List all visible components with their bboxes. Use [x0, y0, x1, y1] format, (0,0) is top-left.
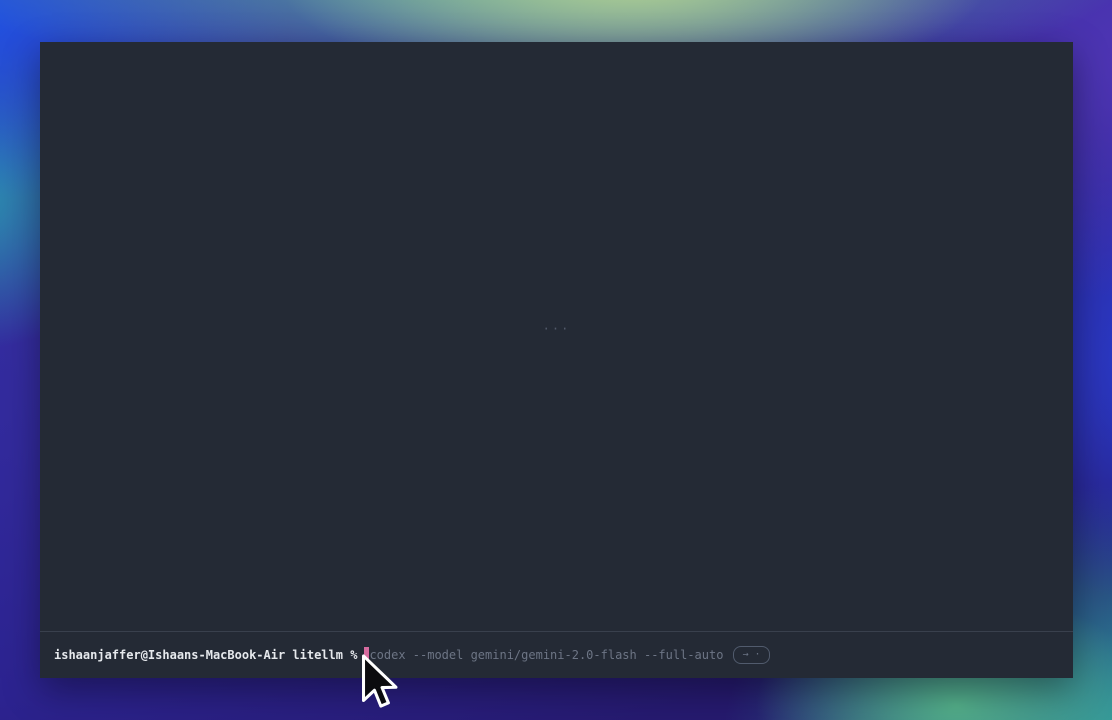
loading-ellipsis: ···: [40, 322, 1073, 336]
accept-suggestion-key-hint: → ·: [733, 646, 769, 664]
terminal-output-area[interactable]: ···: [40, 42, 1073, 631]
terminal-prompt-line[interactable]: ishaanjaffer@Ishaans-MacBook-Air litellm…: [40, 631, 1073, 678]
shell-prompt: ishaanjaffer@Ishaans-MacBook-Air litellm…: [54, 648, 357, 662]
terminal-window[interactable]: ··· ishaanjaffer@Ishaans-MacBook-Air lit…: [40, 42, 1073, 678]
autosuggestion-text: codex --model gemini/gemini-2.0-flash --…: [369, 648, 723, 662]
desktop-wallpaper: { "terminal": { "prompt": "ishaanjaffer@…: [0, 0, 1112, 720]
